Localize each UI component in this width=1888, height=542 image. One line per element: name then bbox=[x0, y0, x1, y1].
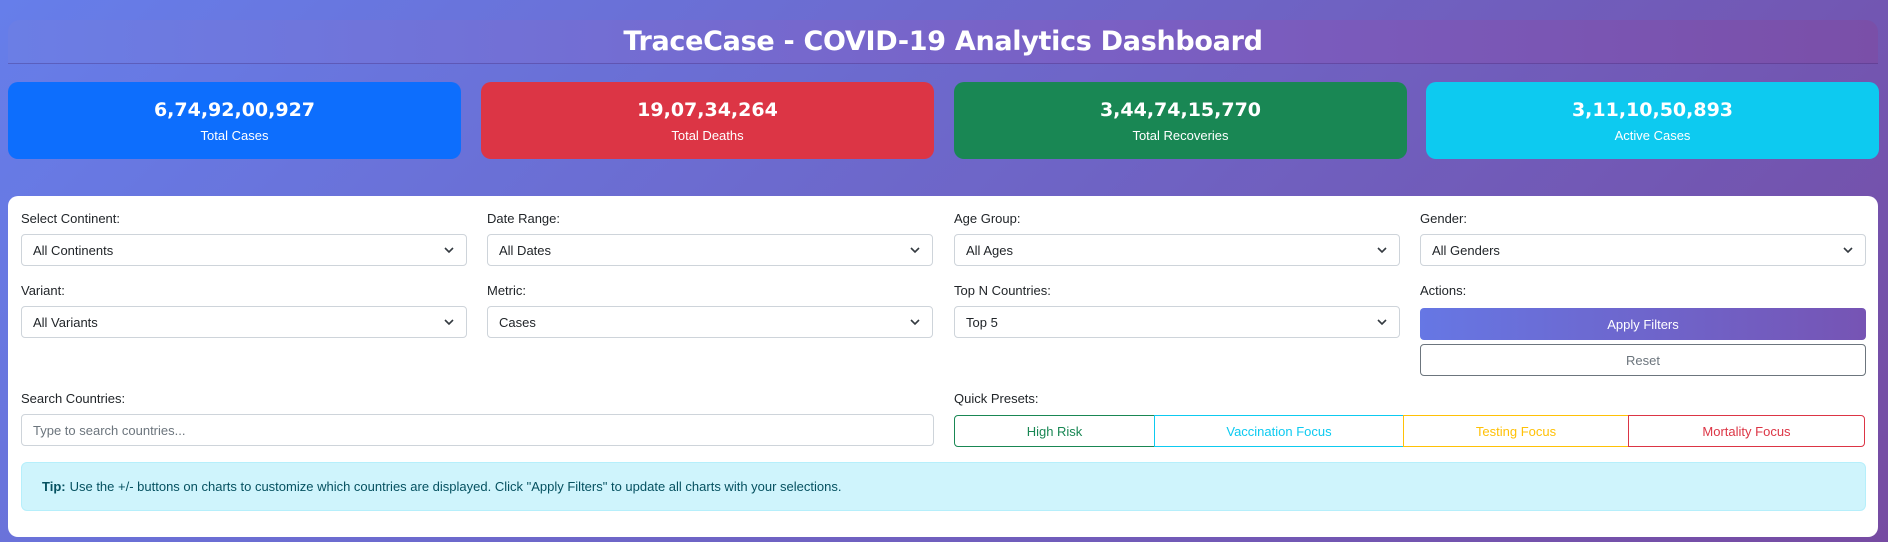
variant-select[interactable]: All Variants bbox=[21, 306, 467, 338]
continent-label: Select Continent: bbox=[21, 211, 121, 226]
stat-value: 19,07,34,264 bbox=[637, 98, 778, 121]
metric-filter: Metric: Cases bbox=[487, 283, 933, 338]
gender-select[interactable]: All Genders bbox=[1420, 234, 1866, 266]
metric-value: Cases bbox=[499, 314, 536, 330]
actions-group: Actions: bbox=[1420, 283, 1866, 306]
page-title: TraceCase - COVID-19 Analytics Dashboard bbox=[623, 26, 1263, 57]
filters-panel: Select Continent: All Continents Date Ra… bbox=[8, 196, 1878, 537]
preset-button-group: High Risk Vaccination Focus Testing Focu… bbox=[954, 415, 1866, 447]
dashboard-header: TraceCase - COVID-19 Analytics Dashboard bbox=[8, 20, 1878, 64]
top-n-label: Top N Countries: bbox=[954, 283, 1051, 298]
chevron-down-icon bbox=[909, 316, 921, 328]
stat-card-total-recoveries: 3,44,74,15,770 Total Recoveries bbox=[954, 82, 1407, 159]
stat-label: Active Cases bbox=[1614, 127, 1691, 143]
chevron-down-icon bbox=[909, 244, 921, 256]
preset-vaccination-button[interactable]: Vaccination Focus bbox=[1154, 415, 1404, 447]
date-range-filter: Date Range: All Dates bbox=[487, 211, 933, 266]
search-label: Search Countries: bbox=[21, 391, 126, 406]
stat-label: Total Deaths bbox=[671, 127, 744, 143]
variant-value: All Variants bbox=[33, 314, 98, 330]
stat-card-total-cases: 6,74,92,00,927 Total Cases bbox=[8, 82, 461, 159]
gender-label: Gender: bbox=[1420, 211, 1467, 226]
stat-value: 3,44,74,15,770 bbox=[1099, 98, 1262, 121]
age-group-label: Age Group: bbox=[954, 211, 1021, 226]
variant-filter: Variant: All Variants bbox=[21, 283, 467, 338]
tip-text: Use the +/- buttons on charts to customi… bbox=[69, 479, 842, 494]
top-n-value: Top 5 bbox=[966, 314, 998, 330]
chevron-down-icon bbox=[1376, 316, 1388, 328]
age-group-filter: Age Group: All Ages bbox=[954, 211, 1400, 266]
top-n-select[interactable]: Top 5 bbox=[954, 306, 1400, 338]
age-group-value: All Ages bbox=[966, 242, 1013, 258]
search-countries-input[interactable]: Type to search countries... bbox=[21, 414, 934, 446]
chevron-down-icon bbox=[443, 316, 455, 328]
continent-select[interactable]: All Continents bbox=[21, 234, 467, 266]
continent-value: All Continents bbox=[33, 242, 114, 258]
tip-alert: Tip: Use the +/- buttons on charts to cu… bbox=[21, 462, 1866, 511]
gender-value: All Genders bbox=[1432, 242, 1500, 258]
actions-label: Actions: bbox=[1420, 283, 1467, 298]
preset-testing-button[interactable]: Testing Focus bbox=[1403, 415, 1629, 447]
tip-prefix: Tip: bbox=[42, 479, 66, 494]
date-range-label: Date Range: bbox=[487, 211, 560, 226]
chevron-down-icon bbox=[443, 244, 455, 256]
continent-filter: Select Continent: All Continents bbox=[21, 211, 467, 266]
stat-label: Total Cases bbox=[200, 127, 269, 143]
metric-label: Metric: bbox=[487, 283, 526, 298]
gender-filter: Gender: All Genders bbox=[1420, 211, 1866, 266]
date-range-select[interactable]: All Dates bbox=[487, 234, 933, 266]
presets-label: Quick Presets: bbox=[954, 391, 1039, 406]
chevron-down-icon bbox=[1842, 244, 1854, 256]
quick-presets: Quick Presets: bbox=[954, 391, 1866, 414]
preset-high-risk-button[interactable]: High Risk bbox=[954, 415, 1155, 447]
date-range-value: All Dates bbox=[499, 242, 552, 258]
preset-mortality-button[interactable]: Mortality Focus bbox=[1628, 415, 1865, 447]
age-group-select[interactable]: All Ages bbox=[954, 234, 1400, 266]
stat-label: Total Recoveries bbox=[1132, 127, 1229, 143]
stat-value: 6,74,92,00,927 bbox=[153, 98, 316, 121]
top-n-filter: Top N Countries: Top 5 bbox=[954, 283, 1400, 338]
chevron-down-icon bbox=[1376, 244, 1388, 256]
stat-card-active-cases: 3,11,10,50,893 Active Cases bbox=[1426, 82, 1879, 159]
search-filter: Search Countries: Type to search countri… bbox=[21, 391, 934, 446]
apply-filters-button[interactable]: Apply Filters bbox=[1420, 308, 1866, 340]
variant-label: Variant: bbox=[21, 283, 65, 298]
reset-button[interactable]: Reset bbox=[1420, 344, 1866, 376]
metric-select[interactable]: Cases bbox=[487, 306, 933, 338]
stat-card-total-deaths: 19,07,34,264 Total Deaths bbox=[481, 82, 934, 159]
stat-value: 3,11,10,50,893 bbox=[1571, 98, 1734, 121]
